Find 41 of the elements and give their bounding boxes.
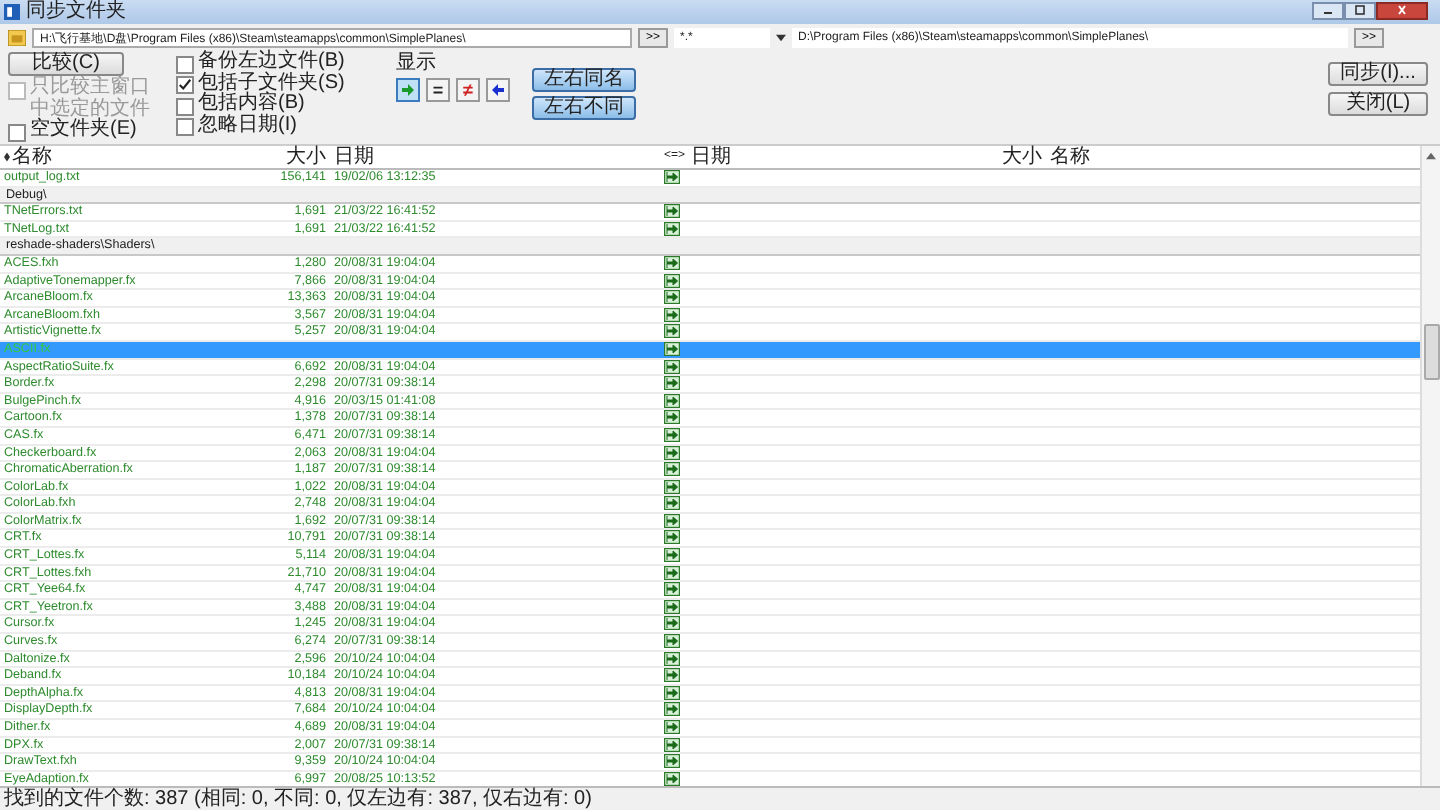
filter-toggle-button[interactable] — [396, 78, 420, 102]
minimize-button[interactable] — [1312, 1, 1344, 19]
close-button[interactable] — [1376, 1, 1428, 19]
checkbox-option[interactable]: 备份左边文件(B) — [176, 52, 384, 73]
left-arrow-icon — [490, 82, 506, 98]
action-button[interactable]: 同步(I)... — [1328, 62, 1428, 86]
folder-icon — [8, 29, 26, 45]
column-header[interactable]: 大小 — [274, 146, 330, 168]
column-header[interactable]: 大小 — [986, 146, 1046, 168]
action-button[interactable]: 关闭(L) — [1328, 92, 1428, 116]
show-label: 显示 — [396, 52, 438, 74]
checkbox-option[interactable]: 空文件夹(E) — [8, 120, 164, 141]
right-arrow-icon — [400, 82, 416, 98]
column-label: 名称 — [12, 146, 52, 168]
column-header[interactable]: 名称 — [0, 146, 274, 168]
dropdown-icon[interactable] — [776, 33, 787, 41]
select-button[interactable]: 左右同名 — [532, 68, 636, 92]
sort-icon — [4, 152, 10, 162]
filter-toggle-button[interactable] — [486, 78, 510, 102]
copy-right-icon — [664, 170, 680, 184]
check-icon — [178, 78, 192, 92]
column-header[interactable]: 日期 — [330, 146, 660, 168]
maximize-icon — [1350, 4, 1370, 16]
status-text: 找到的文件个数: 387 (相同: 0, 不同: 0, 仅左边有: 387, 仅右边有: 0) — [4, 788, 592, 810]
maximize-button[interactable] — [1344, 1, 1376, 19]
scrollbar[interactable] — [1420, 146, 1440, 786]
scroll-up-icon[interactable] — [1426, 152, 1436, 160]
scrollbar-thumb[interactable] — [1423, 324, 1439, 380]
checkbox-option[interactable]: 忽略日期(I) — [176, 115, 384, 136]
select-button[interactable]: 左右不同 — [532, 96, 636, 120]
compare-button[interactable]: 比较(C) — [8, 52, 124, 76]
close-icon — [1392, 4, 1412, 16]
column-header[interactable]: 名称 — [1046, 146, 1420, 168]
checkbox-option[interactable]: 包括子文件夹(S) — [176, 73, 384, 94]
filter-toggle-button[interactable]: ≠ — [456, 78, 480, 102]
copy-right-icon — [664, 720, 680, 734]
filter-toggle-button[interactable]: = — [426, 78, 450, 102]
app-icon — [4, 4, 20, 20]
copy-right-icon — [664, 255, 680, 270]
column-header[interactable]: 日期 — [691, 146, 732, 168]
checkbox-option[interactable]: 包括内容(B) — [176, 94, 384, 115]
